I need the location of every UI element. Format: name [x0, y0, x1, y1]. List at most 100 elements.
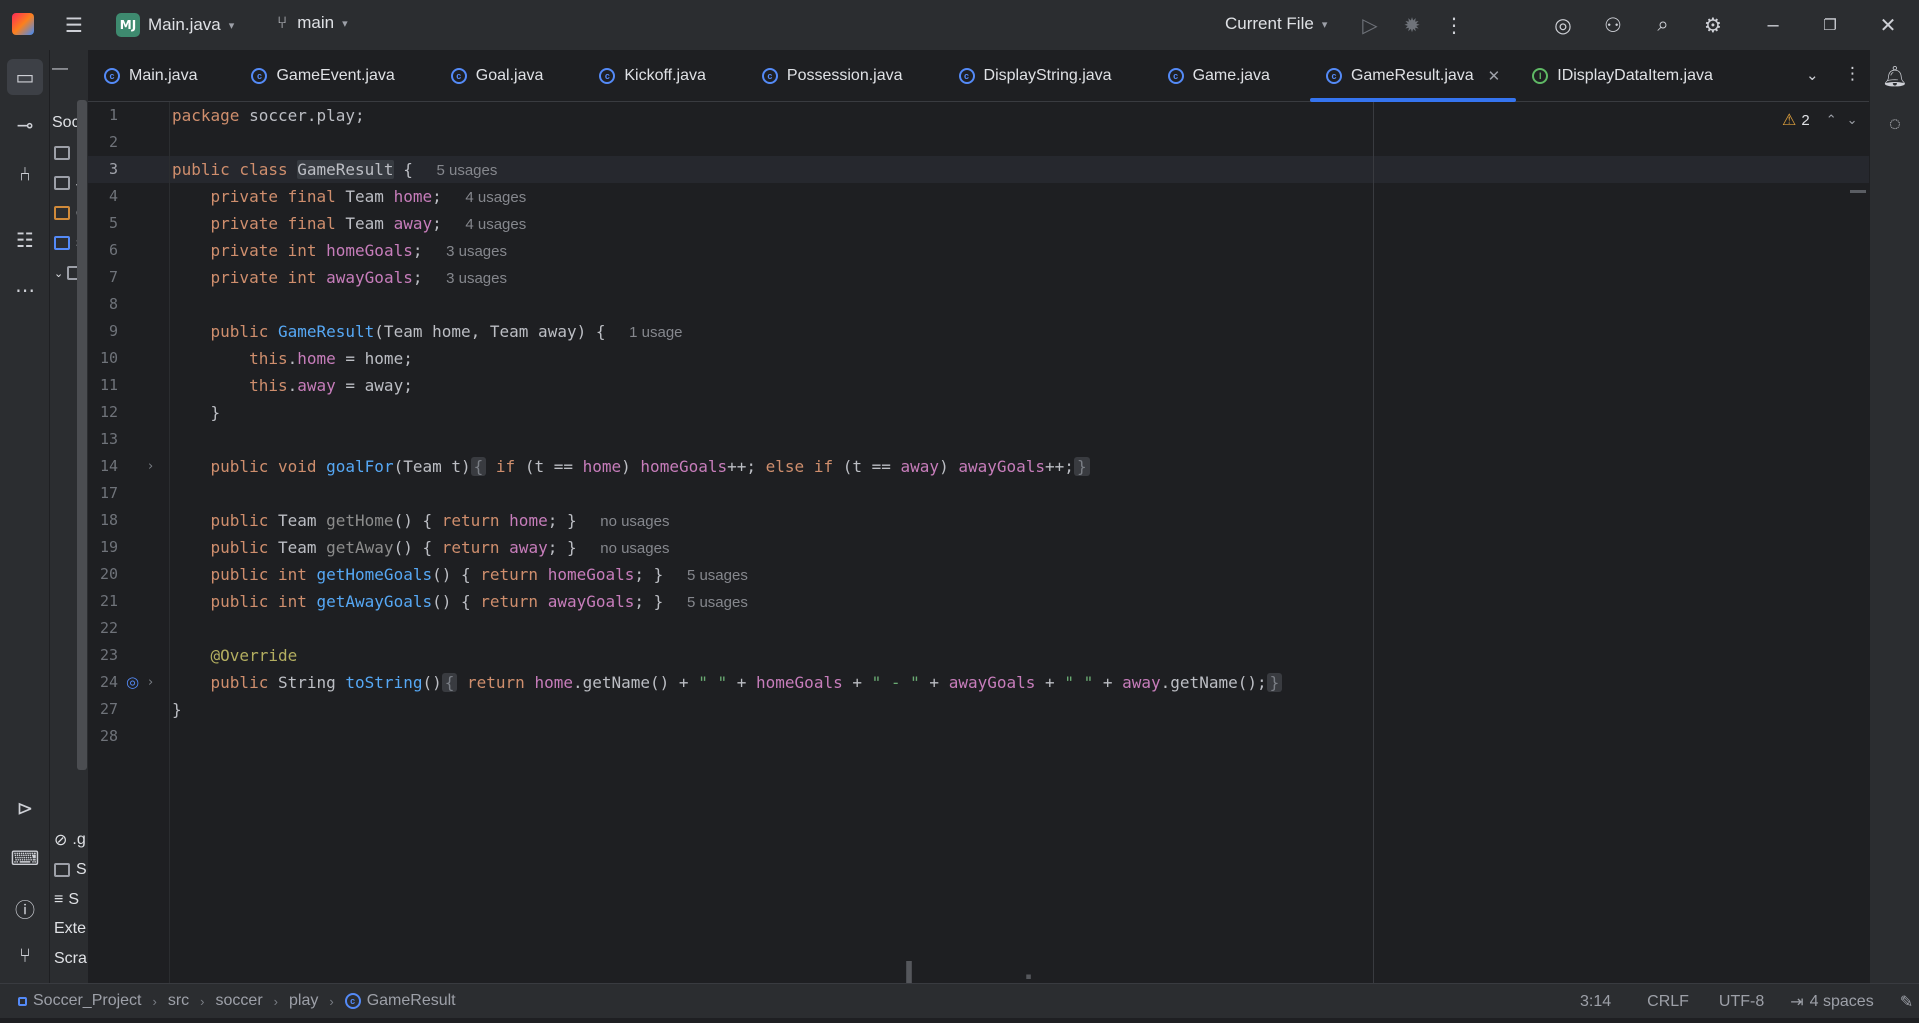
run-config-selector[interactable]: Current File ▾ [1225, 14, 1327, 34]
branch-selector[interactable]: ⑂ main ▾ [277, 13, 348, 33]
code-text: this.home = home; [249, 349, 413, 368]
code-line: 23 @Override [88, 642, 1869, 669]
line-number: 3 [108, 160, 118, 178]
tab-possession-java[interactable]: c Possession.java [722, 50, 919, 102]
project-selector[interactable]: MJ Main.java ▾ [116, 13, 234, 37]
code-line: 13 [88, 426, 1869, 453]
tab-main-java[interactable]: c Main.java [88, 50, 213, 102]
line-number: 14 [99, 457, 118, 475]
code-with-me-icon[interactable]: ⚇ [1595, 7, 1631, 43]
run-config-label: Current File [1225, 14, 1314, 33]
project-name: Main.java [148, 15, 221, 34]
editor-tabs: c Main.java c GameEvent.java c Goal.java cK… [88, 50, 1919, 102]
line-separator[interactable]: CRLF [1647, 993, 1689, 1011]
git-icon[interactable]: ⑂ [7, 938, 43, 974]
terminal-icon[interactable]: ⌨ [7, 840, 43, 876]
code-line: 22 [88, 615, 1869, 642]
indent-icon: ⇥ [1790, 993, 1804, 1011]
code-text: } [172, 403, 221, 422]
notifications-bell-icon[interactable]: 🔔︎ [1877, 58, 1913, 94]
tabs-more-icon[interactable]: ⋮ [1844, 64, 1861, 84]
tab-displaystring-java[interactable]: c DisplayString.java [919, 50, 1128, 102]
tabs-overflow-chevron-icon[interactable]: ⌄ [1806, 66, 1819, 84]
code-text: public String toString(){ return home.ge… [172, 669, 1283, 696]
list-icon: ≡ [54, 891, 64, 908]
fold-expand-icon[interactable]: › [148, 669, 153, 696]
breadcrumb-item[interactable]: src [168, 992, 189, 1010]
more-tools-icon[interactable]: ⋯ [7, 272, 43, 308]
code-line: 24 ◎ › public String toString(){ return ho… [88, 669, 1869, 696]
app-logo-icon[interactable] [12, 13, 34, 35]
tree-item[interactable]: ⊘ .g [54, 827, 86, 853]
breadcrumb-item[interactable]: soccer [216, 992, 263, 1010]
more-actions-icon[interactable]: ⋮ [1436, 7, 1472, 43]
breadcrumb: Soccer_Project › src › soccer › play › c… [18, 992, 456, 1010]
code-editor[interactable]: ⚠ 2 ⌃⌄ 1 package soccer.play; 2 3 public c… [88, 102, 1869, 983]
project-root[interactable]: Soc [52, 110, 80, 136]
debug-icon[interactable]: ✹ [1394, 7, 1430, 43]
ai-chat-icon[interactable]: ◌ [1877, 106, 1913, 142]
structure-icon[interactable]: ☷ [7, 222, 43, 258]
indent-setting[interactable]: 4 spaces [1810, 993, 1874, 1011]
tab-gameevent-java[interactable]: c GameEvent.java [213, 50, 410, 102]
breadcrumb-item[interactable]: GameResult [367, 992, 456, 1010]
file-encoding[interactable]: UTF-8 [1719, 993, 1764, 1011]
main-menu-icon[interactable]: ☰ [56, 7, 92, 43]
line-number: 6 [108, 241, 118, 259]
panel-minimize-icon[interactable]: — [52, 60, 68, 78]
class-icon: c [761, 67, 778, 84]
fold-expand-icon[interactable]: › [148, 453, 153, 480]
ai-assistant-icon[interactable]: ◎ [1545, 7, 1581, 43]
code-line: 17 [88, 480, 1869, 507]
pull-requests-icon[interactable]: ⑃ [7, 157, 43, 193]
line-number: 23 [99, 646, 118, 664]
close-window-icon[interactable]: ✕ [1870, 7, 1906, 43]
external-libraries[interactable]: Exte [54, 916, 86, 942]
tab-gameresult-java[interactable]: c GameResult.java ✕ [1309, 50, 1517, 102]
tab-idisplaydataitem-java[interactable]: I IDisplayDataItem.java [1516, 50, 1729, 102]
code-line: 9 public GameResult(Team home, Team away… [88, 318, 1869, 345]
code-text: private int homeGoals; 3 usages [210, 241, 507, 260]
services-icon[interactable]: ⊳ [7, 790, 43, 826]
settings-gear-icon[interactable]: ⚙ [1695, 7, 1731, 43]
code-text: public GameResult(Team home, Team away) … [210, 322, 683, 341]
project-scrollbar[interactable] [77, 100, 87, 770]
run-icon[interactable]: ▷ [1352, 7, 1388, 43]
line-number: 10 [99, 349, 118, 367]
code-text: public int getAwayGoals() { return awayG… [210, 592, 748, 611]
breadcrumb-item[interactable]: Soccer_Project [33, 992, 142, 1010]
tree-item[interactable]: S [54, 857, 87, 883]
code-text: private final Team away; 4 usages [210, 214, 527, 233]
tab-kickoff-java[interactable]: c Kickoff.java [559, 50, 722, 102]
line-number: 19 [99, 538, 118, 556]
code-text: @Override [210, 646, 298, 665]
status-bar: Soccer_Project › src › soccer › play › c… [0, 983, 1919, 1018]
project-folder-icon[interactable]: ▭ [7, 59, 43, 95]
commit-icon[interactable]: ⊸ [7, 107, 43, 143]
override-marker-icon[interactable]: ◎ [126, 669, 139, 696]
code-line: 1 package soccer.play; [88, 102, 1869, 129]
tab-game-java[interactable]: c Game.java [1128, 50, 1286, 102]
class-icon: c [599, 67, 616, 84]
code-text: public void goalFor(Team t){ if (t == ho… [172, 453, 1090, 480]
chevron-right-icon: › [273, 993, 278, 1009]
scratches[interactable]: Scra [54, 946, 87, 972]
caret-position[interactable]: 3:14 [1580, 993, 1611, 1011]
code-line: 7 private int awayGoals; 3 usages [88, 264, 1869, 291]
class-icon: c [1325, 67, 1342, 84]
problems-icon[interactable]: ⓘ [7, 890, 43, 926]
minimize-icon[interactable]: – [1755, 7, 1791, 43]
read-only-lock-icon[interactable]: ✎ [1900, 992, 1913, 1012]
restore-icon[interactable]: ❐ [1812, 7, 1848, 43]
close-tab-icon[interactable]: ✕ [1488, 67, 1501, 85]
line-number: 27 [99, 700, 118, 718]
tree-item[interactable]: ≡ S [54, 887, 79, 913]
search-icon[interactable]: ⌕ [1645, 7, 1681, 43]
excluded-icon: ⊘ [54, 832, 68, 849]
class-icon: c [104, 67, 120, 84]
breadcrumb-item[interactable]: play [289, 992, 318, 1010]
project-badge: MJ [116, 13, 140, 37]
git-branch-icon: ⑂ [277, 13, 288, 32]
code-line: 12 } [88, 399, 1869, 426]
tab-goal-java[interactable]: c Goal.java [411, 50, 560, 102]
